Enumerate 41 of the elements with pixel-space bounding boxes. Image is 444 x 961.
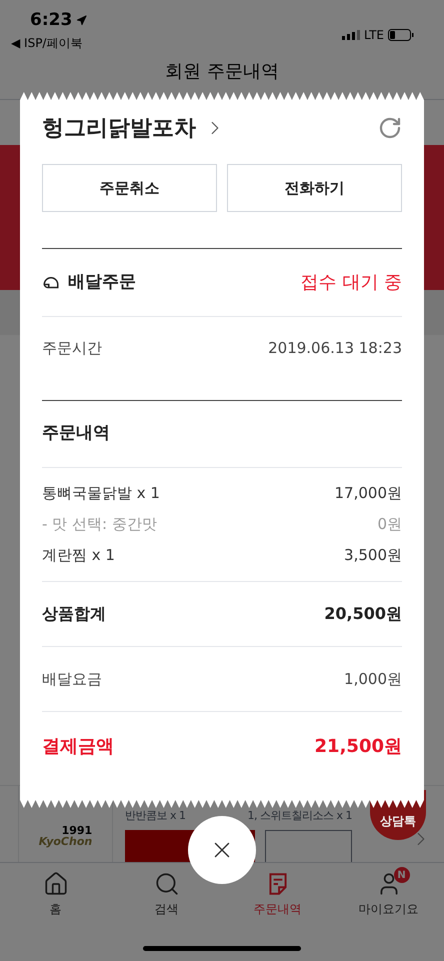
store-logo: 1991 KyoChon: [38, 824, 92, 846]
refresh-icon[interactable]: [378, 116, 402, 140]
tab-item[interactable]: 검색: [122, 871, 212, 918]
delivery-fee-label: 배달요금: [42, 668, 102, 690]
order-menu-text: 1, 스위트칠리소스 x 1: [248, 808, 352, 824]
total-amount: 21,500원: [314, 734, 402, 758]
tab-label: 마이요기요: [358, 901, 418, 918]
status-time: 6:23: [30, 9, 72, 32]
item-price: 0원: [377, 514, 402, 536]
delivery-fee: 1,000원: [344, 668, 402, 690]
order-time: 2019.06.13 18:23: [268, 338, 402, 359]
store-link[interactable]: 헝그리닭발포차: [42, 112, 226, 144]
tab-label: 검색: [154, 901, 178, 918]
page-title: 회원 주문내역: [165, 60, 279, 84]
order-status: 접수 대기 중: [300, 271, 402, 295]
battery-icon: [388, 29, 414, 41]
tab-item[interactable]: 홈: [10, 871, 100, 918]
notification-badge: N: [394, 867, 410, 883]
home-icon: [42, 871, 68, 897]
subtotal-amount: 20,500원: [324, 603, 402, 625]
section-title: 주문내역: [42, 422, 110, 446]
back-to-app-link[interactable]: ◀ ISP/페이북: [11, 34, 88, 52]
signal-icon: [342, 30, 360, 40]
order-time-label: 주문시간: [42, 338, 102, 359]
item-name: 통뼈국물닭발 x 1: [42, 483, 160, 504]
order-type: 배달주문: [68, 270, 136, 294]
item-price: 3,500원: [344, 545, 402, 566]
item-price: 17,000원: [334, 483, 402, 504]
tab-item[interactable]: 주문내역: [232, 871, 322, 918]
order-menu-text: 반반콤보 x 1: [125, 808, 186, 824]
network-label: LTE: [364, 27, 384, 44]
option-name: - 맛 선택: 중간맛: [42, 514, 157, 536]
tab-label: 홈: [50, 901, 62, 918]
item-name: 계란찜 x 1: [42, 545, 115, 566]
location-icon: [76, 15, 88, 26]
search-icon: [154, 871, 180, 897]
tab-label: 주문내역: [254, 901, 302, 918]
call-button[interactable]: 전화하기: [227, 164, 402, 212]
subtotal-label: 상품합계: [42, 603, 106, 625]
cancel-order-button[interactable]: 주문취소: [42, 164, 217, 212]
total-label: 결제금액: [42, 734, 114, 758]
